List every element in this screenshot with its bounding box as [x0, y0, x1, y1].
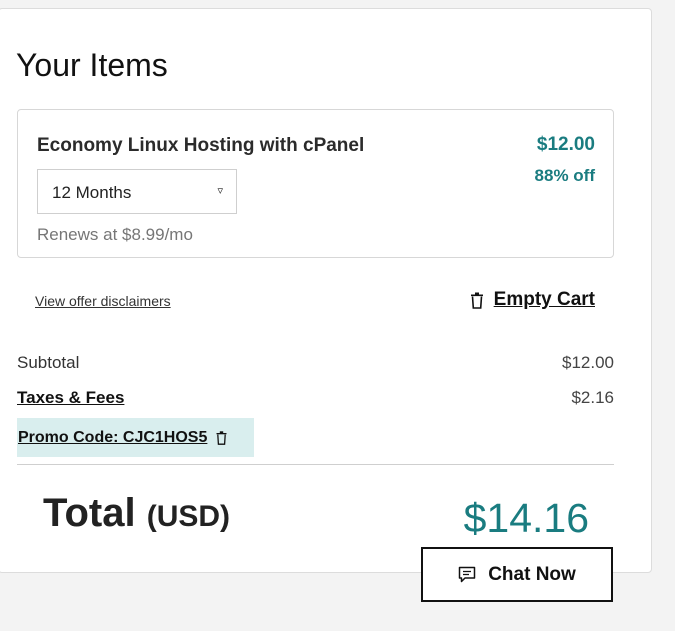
summary-divider	[17, 464, 614, 465]
chat-now-button[interactable]: Chat Now	[421, 547, 613, 602]
product-name: Economy Linux Hosting with cPanel	[37, 135, 365, 156]
cart-item-card: Economy Linux Hosting with cPanel $12.00…	[17, 109, 614, 258]
item-price: $12.00	[536, 134, 595, 155]
empty-cart-button[interactable]: Empty Cart	[470, 289, 595, 311]
empty-cart-label: Empty Cart	[493, 289, 595, 310]
remove-promo-button[interactable]	[216, 430, 227, 445]
promo-code-chip: Promo Code: CJC1HOS5	[17, 418, 254, 457]
total-label-text: Total	[43, 491, 136, 535]
renewal-price: Renews at $8.99/mo	[37, 225, 193, 244]
trash-icon	[216, 430, 227, 445]
total-label: Total (USD)	[43, 491, 230, 536]
term-select-value: 12 Months	[52, 183, 132, 202]
term-select[interactable]: 12 Months ▿	[37, 169, 237, 214]
discount-badge: 88% off	[534, 166, 595, 185]
taxes-fees-link[interactable]: Taxes & Fees	[17, 388, 124, 408]
taxes-fees-value: $2.16	[571, 388, 614, 407]
promo-code-label[interactable]: Promo Code: CJC1HOS5	[18, 429, 207, 447]
caret-down-icon: ▿	[217, 185, 223, 197]
page-title: Your Items	[16, 47, 168, 83]
chat-bubble-icon	[458, 566, 476, 584]
subtotal-label: Subtotal	[17, 353, 80, 372]
view-disclaimers-link[interactable]: View offer disclaimers	[35, 293, 171, 309]
subtotal-value: $12.00	[562, 353, 614, 372]
total-amount: $14.16	[463, 495, 589, 541]
chat-now-label: Chat Now	[488, 563, 576, 585]
total-currency: (USD)	[146, 500, 231, 533]
trash-icon	[470, 292, 484, 309]
